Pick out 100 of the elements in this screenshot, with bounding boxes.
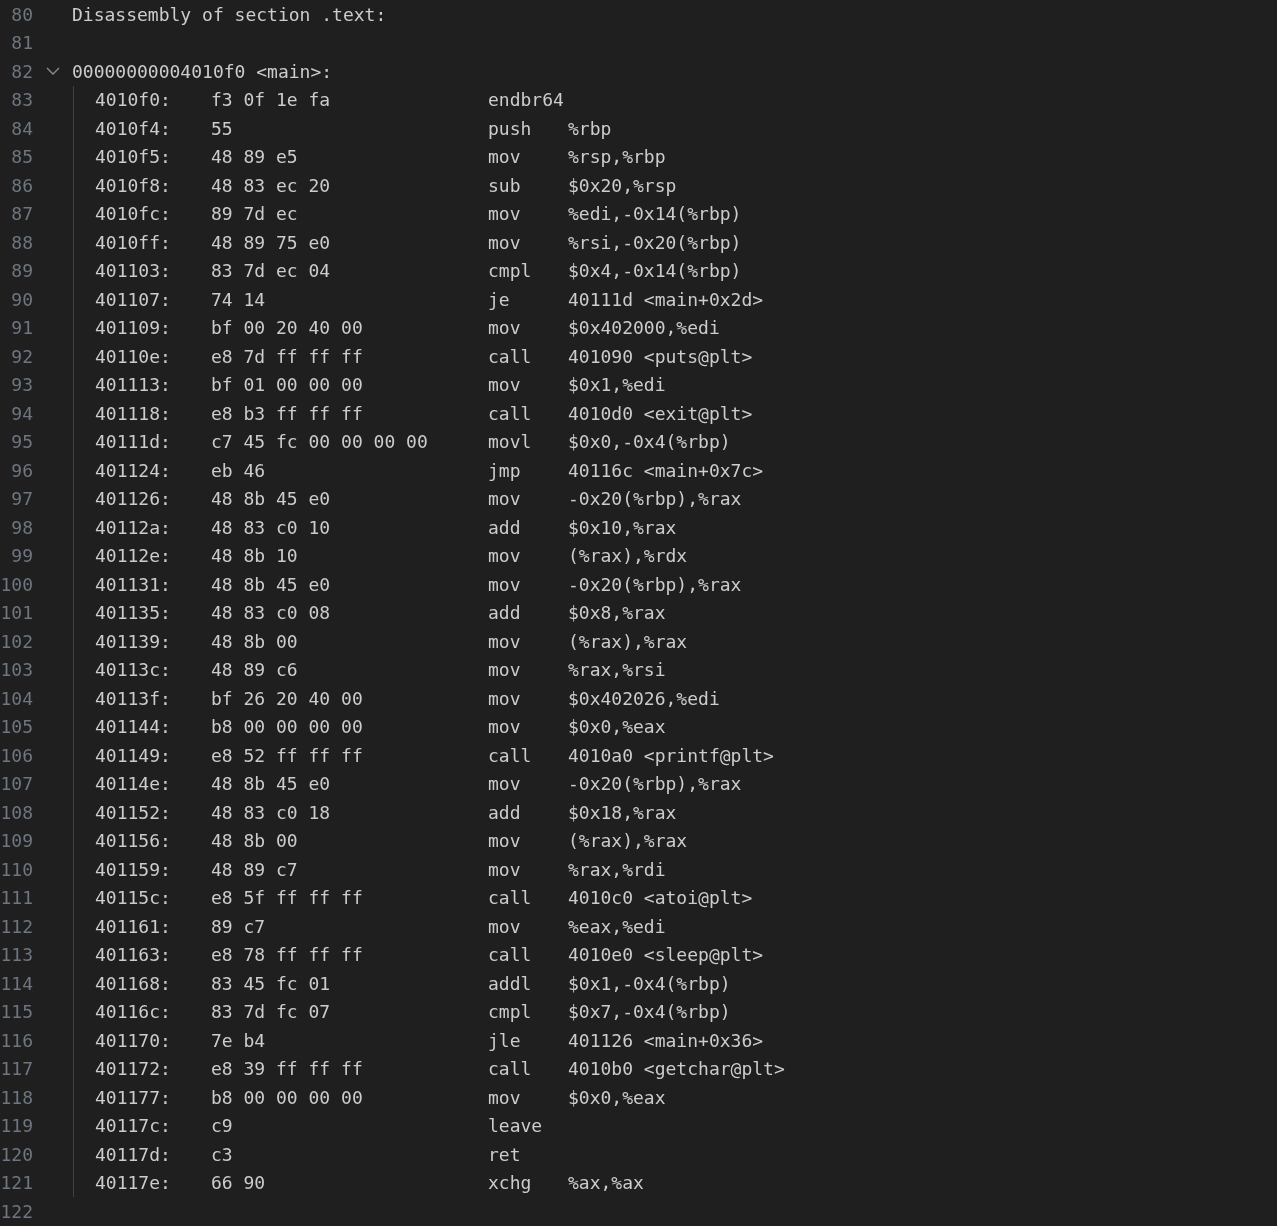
instruction-mnemonic: mov xyxy=(488,545,521,567)
instruction-address: 40111d: xyxy=(95,431,171,453)
line-number: 106 xyxy=(0,744,33,766)
instruction-operands: $0x0,%eax xyxy=(568,716,666,738)
line-number: 89 xyxy=(10,260,33,282)
machine-code-bytes: f3 0f 1e fa xyxy=(211,89,331,111)
instruction-operands: $0x20,%rsp xyxy=(568,174,677,196)
line-number: 92 xyxy=(10,345,33,367)
line-number: 108 xyxy=(0,801,33,823)
line-number: 119 xyxy=(0,1115,33,1137)
machine-code-bytes: 48 89 75 e0 xyxy=(211,231,331,253)
machine-code-bytes: 83 7d ec 04 xyxy=(211,260,331,282)
machine-code-bytes: eb 46 xyxy=(211,459,266,481)
line-number: 97 xyxy=(10,488,33,510)
instruction-address: 401109: xyxy=(95,317,171,339)
line-number: 81 xyxy=(10,32,33,54)
instruction-mnemonic: mov xyxy=(488,146,521,168)
instruction-operands: %rsp,%rbp xyxy=(568,146,666,168)
instruction-mnemonic: mov xyxy=(488,915,521,937)
machine-code-bytes: 89 7d ec xyxy=(211,203,298,225)
instruction-operands: -0x20(%rbp),%rax xyxy=(568,488,742,510)
instruction-address: 401139: xyxy=(95,630,171,652)
line-number: 122 xyxy=(0,1200,33,1222)
instruction-operands: (%rax),%rax xyxy=(568,630,688,652)
instruction-mnemonic: mov xyxy=(488,203,521,225)
instruction-operands: $0x1,-0x4(%rbp) xyxy=(568,972,731,994)
instruction-operands: $0x10,%rax xyxy=(568,516,677,538)
instruction-operands: %edi,-0x14(%rbp) xyxy=(568,203,742,225)
machine-code-bytes: b8 00 00 00 00 xyxy=(211,716,363,738)
instruction-mnemonic: mov xyxy=(488,488,521,510)
machine-code-bytes: 7e b4 xyxy=(211,1029,266,1051)
instruction-address: 401103: xyxy=(95,260,171,282)
line-number: 82 xyxy=(10,60,33,82)
instruction-mnemonic: mov xyxy=(488,687,521,709)
machine-code-bytes: 48 89 e5 xyxy=(211,146,298,168)
machine-code-bytes: 74 14 xyxy=(211,288,266,310)
instruction-mnemonic: call xyxy=(488,402,532,424)
machine-code-bytes: 48 8b 00 xyxy=(211,830,298,852)
line-number: 96 xyxy=(10,459,33,481)
machine-code-bytes: bf 00 20 40 00 xyxy=(211,317,363,339)
instruction-operands: 4010d0 <exit@plt> xyxy=(568,402,753,424)
instruction-address: 401152: xyxy=(95,801,171,823)
fold-chevron-icon[interactable] xyxy=(45,67,60,76)
instruction-mnemonic: mov xyxy=(488,1086,521,1108)
line-number: 103 xyxy=(0,659,33,681)
instruction-mnemonic: jmp xyxy=(488,459,521,481)
instruction-address: 40117c: xyxy=(95,1115,171,1137)
machine-code-bytes: c7 45 fc 00 00 00 00 xyxy=(211,431,428,453)
instruction-address: 40117e: xyxy=(95,1172,171,1194)
instruction-operands: $0x402000,%edi xyxy=(568,317,720,339)
instruction-mnemonic: mov xyxy=(488,858,521,880)
function-label: 00000000004010f0 <main>: xyxy=(72,60,333,82)
line-number: 116 xyxy=(0,1029,33,1051)
line-number: 86 xyxy=(10,174,33,196)
line-number: 117 xyxy=(0,1058,33,1080)
instruction-address: 401149: xyxy=(95,744,171,766)
instruction-address: 401113: xyxy=(95,374,171,396)
instruction-mnemonic: call xyxy=(488,887,532,909)
instruction-address: 40115c: xyxy=(95,887,171,909)
instruction-operands: $0x1,%edi xyxy=(568,374,666,396)
instruction-address: 4010f4: xyxy=(95,117,171,139)
instruction-operands: 4010b0 <getchar@plt> xyxy=(568,1058,785,1080)
instruction-mnemonic: mov xyxy=(488,374,521,396)
line-number: 80 xyxy=(10,3,33,25)
instruction-address: 401177: xyxy=(95,1086,171,1108)
instruction-mnemonic: cmpl xyxy=(488,260,532,282)
instruction-address: 40117d: xyxy=(95,1143,171,1165)
section-heading: Disassembly of section .text: xyxy=(72,3,387,25)
instruction-mnemonic: mov xyxy=(488,830,521,852)
instruction-address: 40112a: xyxy=(95,516,171,538)
instruction-address: 4010f5: xyxy=(95,146,171,168)
instruction-operands: $0x402026,%edi xyxy=(568,687,720,709)
instruction-address: 4010f0: xyxy=(95,89,171,111)
instruction-address: 401124: xyxy=(95,459,171,481)
instruction-operands: (%rax),%rdx xyxy=(568,545,688,567)
machine-code-bytes: 48 83 c0 10 xyxy=(211,516,331,538)
instruction-operands: 401126 <main+0x36> xyxy=(568,1029,764,1051)
line-number: 110 xyxy=(0,858,33,880)
instruction-operands: (%rax),%rax xyxy=(568,830,688,852)
line-number: 90 xyxy=(10,288,33,310)
instruction-address: 4010ff: xyxy=(95,231,171,253)
machine-code-bytes: 48 8b 45 e0 xyxy=(211,773,331,795)
machine-code-bytes: e8 52 ff ff ff xyxy=(211,744,363,766)
machine-code-bytes: e8 5f ff ff ff xyxy=(211,887,363,909)
machine-code-bytes: 48 8b 00 xyxy=(211,630,298,652)
machine-code-bytes: 48 8b 45 e0 xyxy=(211,488,331,510)
instruction-address: 401107: xyxy=(95,288,171,310)
line-number: 91 xyxy=(10,317,33,339)
instruction-mnemonic: mov xyxy=(488,573,521,595)
machine-code-bytes: 48 8b 10 xyxy=(211,545,298,567)
instruction-address: 401168: xyxy=(95,972,171,994)
line-number: 102 xyxy=(0,630,33,652)
instruction-address: 4010f8: xyxy=(95,174,171,196)
instruction-mnemonic: add xyxy=(488,602,521,624)
line-number: 114 xyxy=(0,972,33,994)
instruction-address: 401172: xyxy=(95,1058,171,1080)
line-number: 113 xyxy=(0,944,33,966)
instruction-operands: $0x7,-0x4(%rbp) xyxy=(568,1001,731,1023)
instruction-address: 401126: xyxy=(95,488,171,510)
instruction-mnemonic: call xyxy=(488,744,532,766)
